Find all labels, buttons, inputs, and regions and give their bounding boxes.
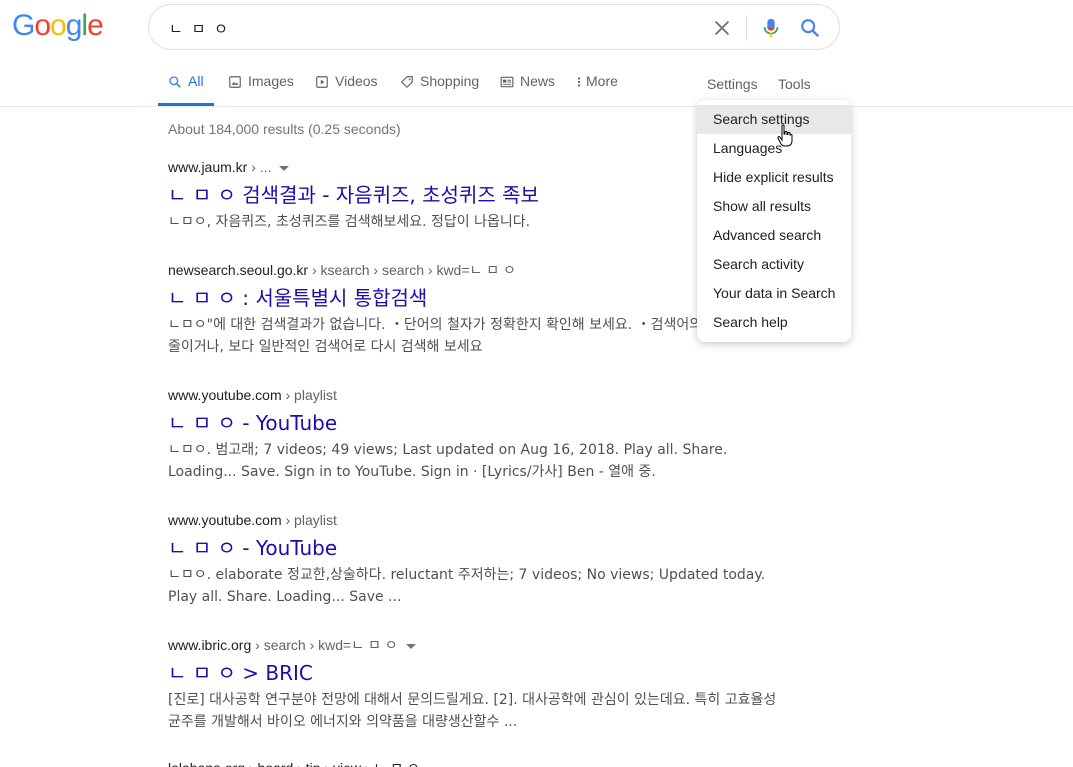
search-icon xyxy=(169,76,181,88)
video-icon xyxy=(316,76,328,88)
result-url[interactable]: www.ibric.org › search › kwd=ㄴ ㅁ ㅇ xyxy=(168,636,778,654)
result-domain: www.ibric.org xyxy=(168,637,252,653)
search-result: newsearch.seoul.go.kr › ksearch › search… xyxy=(168,261,778,358)
result-url[interactable]: newsearch.seoul.go.kr › ksearch › search… xyxy=(168,261,778,279)
tab-news[interactable]: News xyxy=(500,73,555,106)
logo-letter: o xyxy=(34,9,51,42)
tab-label: All xyxy=(188,73,204,89)
result-title[interactable]: ㄴ ㅁ ㅇ : 서울특별시 통합검색 xyxy=(168,285,778,311)
settings-link[interactable]: Settings xyxy=(707,76,758,92)
result-url-partial[interactable]: lalahana.org › board › tip › view › ㄴ ㅁ … xyxy=(168,758,420,767)
settings-menu: Search settings Languages Hide explicit … xyxy=(697,100,851,342)
microphone-icon[interactable] xyxy=(760,16,782,40)
result-path: › playlist xyxy=(281,512,337,528)
caret-down-icon[interactable] xyxy=(405,643,416,649)
hand-cursor-icon xyxy=(777,124,793,147)
result-title[interactable]: ㄴ ㅁ ㅇ > BRIC xyxy=(168,660,778,686)
menu-item-show-all[interactable]: Show all results xyxy=(697,192,851,221)
search-input[interactable] xyxy=(169,17,689,39)
search-result: www.ibric.org › search › kwd=ㄴ ㅁ ㅇ ㄴ ㅁ ㅇ… xyxy=(168,636,778,733)
menu-item-advanced-search[interactable]: Advanced search xyxy=(697,221,851,250)
tab-videos[interactable]: Videos xyxy=(315,73,378,106)
image-icon xyxy=(229,76,241,88)
search-result: www.youtube.com › playlist ㄴ ㅁ ㅇ - YouTu… xyxy=(168,511,778,608)
menu-item-languages[interactable]: Languages xyxy=(697,134,851,163)
result-title[interactable]: ㄴ ㅁ ㅇ - YouTube xyxy=(168,410,778,436)
search-result: www.youtube.com › playlist ㄴ ㅁ ㅇ - YouTu… xyxy=(168,386,778,483)
news-icon xyxy=(500,76,514,88)
result-domain: newsearch.seoul.go.kr xyxy=(168,262,309,278)
logo-letter: G xyxy=(12,9,35,42)
result-path: › search › kwd=ㄴ ㅁ ㅇ xyxy=(251,637,398,653)
search-box xyxy=(148,4,840,50)
tab-label: News xyxy=(520,73,556,89)
google-logo[interactable]: Google xyxy=(12,9,104,42)
menu-item-search-activity[interactable]: Search activity xyxy=(697,250,851,279)
result-snippet: ㄴㅁㅇ. elaborate 정교한,상술하다. reluctant 주저하는;… xyxy=(168,567,766,605)
result-path: › ... xyxy=(247,159,272,175)
result-url[interactable]: www.youtube.com › playlist xyxy=(168,511,778,529)
menu-item-hide-explicit[interactable]: Hide explicit results xyxy=(697,163,851,192)
result-domain: www.jaum.kr xyxy=(168,159,248,175)
tab-label: More xyxy=(586,73,618,89)
searchbox-divider xyxy=(746,15,747,41)
tag-icon xyxy=(401,76,413,88)
result-url[interactable]: www.youtube.com › playlist xyxy=(168,386,778,404)
more-vert-icon xyxy=(577,77,581,87)
search-tabs: All Images Videos Shopping News More Set… xyxy=(0,60,1073,107)
result-path: › playlist xyxy=(281,387,337,403)
result-domain: www.youtube.com xyxy=(168,387,282,403)
logo-letter: e xyxy=(87,9,104,42)
search-result: www.jaum.kr › ... ㄴ ㅁ ㅇ 검색결과 - 자음퀴즈, 초성퀴… xyxy=(168,158,778,233)
tab-label: Images xyxy=(248,73,294,89)
logo-letter: g xyxy=(65,9,83,42)
tab-label: Videos xyxy=(335,73,378,89)
result-domain: www.youtube.com xyxy=(168,512,282,528)
result-path: › ksearch › search › kwd=ㄴ ㅁ ㅇ xyxy=(308,262,516,278)
result-snippet: ㄴㅁㅇ"에 대한 검색결과가 없습니다. ・단어의 철자가 정확한지 확인해 보… xyxy=(168,317,763,355)
tab-label: Shopping xyxy=(420,73,480,89)
clear-icon[interactable] xyxy=(711,17,733,39)
menu-item-your-data[interactable]: Your data in Search xyxy=(697,279,851,308)
result-url[interactable]: www.jaum.kr › ... xyxy=(168,158,778,176)
menu-item-search-settings[interactable]: Search settings xyxy=(697,105,851,134)
result-snippet: ㄴㅁㅇ. 범고래; 7 videos; 49 views; Last updat… xyxy=(168,442,728,480)
caret-down-icon[interactable] xyxy=(279,165,290,171)
result-snippet: ㄴㅁㅇ, 자음퀴즈, 초성퀴즈를 검색해보세요. 정답이 나옵니다. xyxy=(168,214,531,230)
logo-letter: o xyxy=(50,9,67,42)
tab-all[interactable]: All xyxy=(158,73,214,106)
menu-item-search-help[interactable]: Search help xyxy=(697,308,851,337)
result-title[interactable]: ㄴ ㅁ ㅇ - YouTube xyxy=(168,535,778,561)
result-snippet: [진로] 대사공학 연구분야 전망에 대해서 문의드릴게요. [2]. 대사공학… xyxy=(168,692,777,730)
tab-shopping[interactable]: Shopping xyxy=(400,73,479,106)
tab-more[interactable]: More xyxy=(576,73,618,106)
tools-link[interactable]: Tools xyxy=(778,76,811,92)
result-title[interactable]: ㄴ ㅁ ㅇ 검색결과 - 자음퀴즈, 초성퀴즈 족보 xyxy=(168,182,778,208)
tab-images[interactable]: Images xyxy=(228,73,294,106)
result-stats: About 184,000 results (0.25 seconds) xyxy=(168,121,401,137)
search-icon[interactable] xyxy=(799,17,821,39)
